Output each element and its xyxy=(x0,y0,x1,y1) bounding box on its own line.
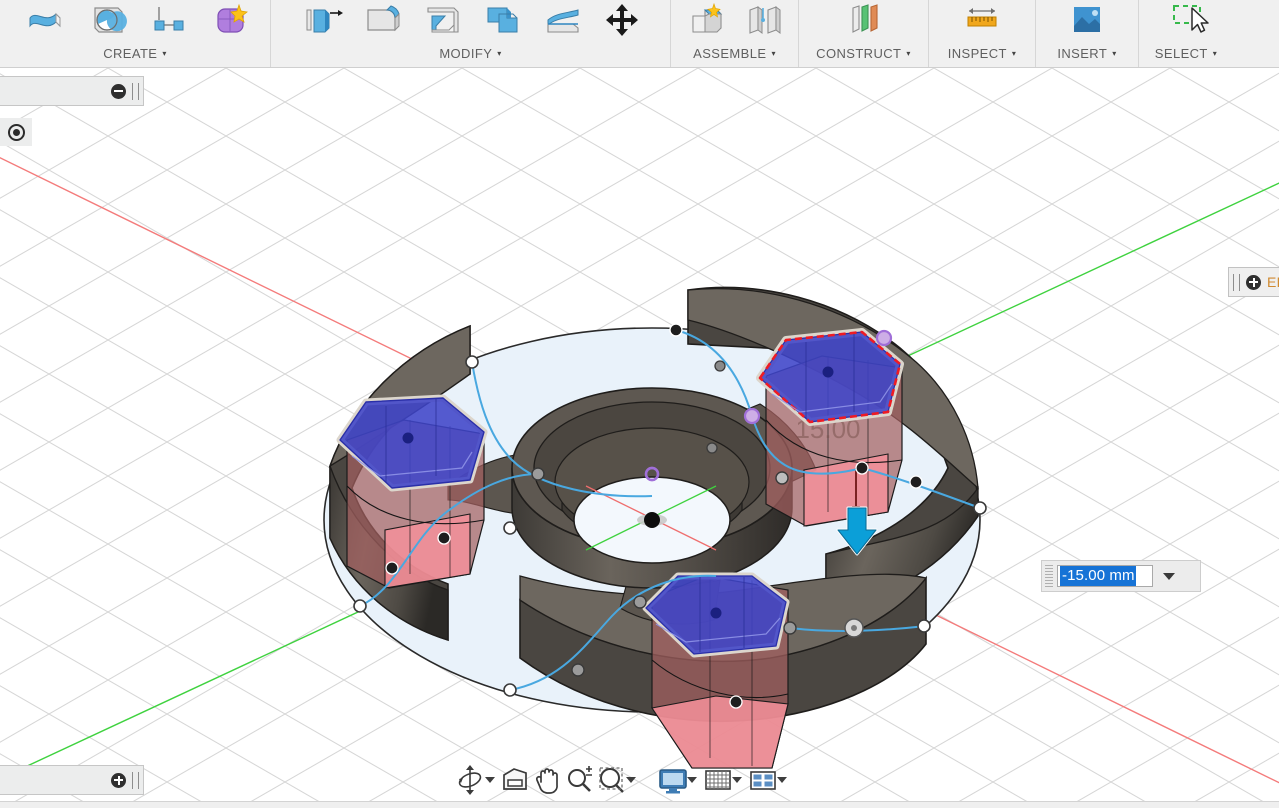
inspect-label-text: INSPECT xyxy=(947,45,1007,61)
create-form-icon[interactable] xyxy=(212,2,252,38)
status-bar xyxy=(0,801,1279,808)
dimension-input[interactable]: -15.00 mm xyxy=(1057,565,1153,587)
offset-plane-icon[interactable] xyxy=(844,2,884,38)
origin-point xyxy=(644,512,660,528)
orbit-dropdown-caret-icon[interactable] xyxy=(485,777,495,783)
assemble-panel-label[interactable]: ASSEMBLE ▾ xyxy=(693,39,776,67)
move-dialog-icon[interactable] xyxy=(1246,274,1261,290)
ribbon-panel-insert: INSERT ▾ xyxy=(1035,0,1138,67)
profile-center-point-left xyxy=(402,432,414,444)
look-at-button[interactable] xyxy=(500,764,530,796)
fusion360-window: CREATE ▾ MODIFY ▾ ASSEMBLE ▾ CONSTRUCT ▾… xyxy=(0,0,1279,808)
viewports-button[interactable] xyxy=(747,764,777,796)
ribbon-panel-modify: MODIFY ▾ xyxy=(270,0,670,67)
select-panel-label[interactable]: SELECT ▾ xyxy=(1155,39,1217,67)
chevron-down-icon: ▾ xyxy=(771,48,776,58)
select-window-icon[interactable] xyxy=(1166,2,1209,38)
chevron-down-icon: ▾ xyxy=(1212,48,1218,58)
edit-feature-dialog[interactable]: ED xyxy=(1228,267,1279,297)
ribbon-panel-assemble: ASSEMBLE ▾ xyxy=(670,0,798,67)
inspect-icon-row xyxy=(956,0,1008,39)
fit-button[interactable] xyxy=(596,764,626,796)
ribbon-panel-inspect: INSPECT ▾ xyxy=(928,0,1035,67)
assemble-label-text: ASSEMBLE xyxy=(693,45,767,61)
insert-icon-row xyxy=(1061,0,1113,39)
minus-circle-icon[interactable] xyxy=(111,83,126,99)
insert-panel-label[interactable]: INSERT ▾ xyxy=(1057,39,1116,67)
dimension-input-value: -15.00 mm xyxy=(1060,566,1136,586)
origin-target-glyph xyxy=(7,123,25,141)
draft-icon[interactable] xyxy=(543,2,583,38)
pan-button[interactable] xyxy=(532,764,562,796)
origin-target-icon[interactable] xyxy=(0,118,32,146)
press-pull-icon[interactable] xyxy=(303,2,343,38)
create-icon-row xyxy=(12,0,258,39)
construct-panel-label[interactable]: CONSTRUCT ▾ xyxy=(816,39,911,67)
ribbon-panel-create: CREATE ▾ xyxy=(0,0,270,67)
insert-mcmaster-icon[interactable] xyxy=(1067,2,1107,38)
loft-icon[interactable] xyxy=(26,2,66,38)
ribbon-toolbar: CREATE ▾ MODIFY ▾ ASSEMBLE ▾ CONSTRUCT ▾… xyxy=(0,0,1279,68)
3d-viewport[interactable]: 15.00 E -15.00 mm xyxy=(0,68,1279,808)
measure-icon[interactable] xyxy=(962,2,1002,38)
modify-panel-label[interactable]: MODIFY ▾ xyxy=(439,39,501,67)
revolve-icon[interactable] xyxy=(88,2,128,38)
construct-icon-row xyxy=(838,0,890,39)
grip-handle-icon[interactable] xyxy=(132,771,139,789)
profile-center-point-bottom xyxy=(710,607,722,619)
profile-center-point-right xyxy=(822,366,834,378)
timeline-panel[interactable] xyxy=(0,765,144,795)
grip-handle-icon[interactable] xyxy=(1233,273,1240,291)
ribbon-panel-select: SELECT ▾ xyxy=(1138,0,1233,67)
browser-panel[interactable] xyxy=(0,76,144,106)
assemble-icon-row xyxy=(680,0,790,39)
chevron-down-icon: ▾ xyxy=(906,48,911,58)
inspect-panel-label[interactable]: INSPECT ▾ xyxy=(948,39,1017,67)
orbit-button[interactable] xyxy=(455,764,485,796)
construct-label-text: CONSTRUCT xyxy=(816,45,902,61)
ribbon-panel-construct: CONSTRUCT ▾ xyxy=(798,0,928,67)
plus-circle-icon[interactable] xyxy=(111,772,126,788)
edit-dialog-title: ED xyxy=(1267,274,1279,290)
dimension-input-group[interactable]: -15.00 mm xyxy=(1041,560,1201,592)
create-label-text: CREATE xyxy=(103,45,158,61)
move-copy-icon[interactable] xyxy=(603,2,643,38)
chevron-down-icon: ▾ xyxy=(497,48,502,58)
joint-icon[interactable] xyxy=(744,2,784,38)
select-icon-row xyxy=(1160,0,1212,39)
extrude-preview-left xyxy=(336,394,488,589)
sketch-dimension-icon[interactable] xyxy=(150,2,190,38)
modify-label-text: MODIFY xyxy=(439,45,493,61)
chevron-down-icon[interactable] xyxy=(1163,572,1175,580)
shell-icon[interactable] xyxy=(483,2,523,38)
chevron-down-icon: ▾ xyxy=(1011,48,1017,58)
modify-icon-row xyxy=(293,0,649,39)
insert-label-text: INSERT xyxy=(1057,45,1108,61)
zoom-button[interactable] xyxy=(564,764,594,796)
navigation-bar xyxy=(455,762,790,798)
select-label-text: SELECT xyxy=(1154,45,1208,61)
fillet-icon[interactable] xyxy=(363,2,403,38)
display-settings-button[interactable] xyxy=(657,764,687,796)
dots-grip-icon[interactable] xyxy=(1045,565,1053,587)
chevron-down-icon: ▾ xyxy=(1112,48,1117,58)
new-component-icon[interactable] xyxy=(686,2,726,38)
grip-handle-icon[interactable] xyxy=(132,82,139,100)
chamfer-icon[interactable] xyxy=(423,2,463,38)
chevron-down-icon: ▾ xyxy=(162,48,167,58)
grid-snaps-button[interactable] xyxy=(702,764,732,796)
create-panel-label[interactable]: CREATE ▾ xyxy=(103,39,167,67)
